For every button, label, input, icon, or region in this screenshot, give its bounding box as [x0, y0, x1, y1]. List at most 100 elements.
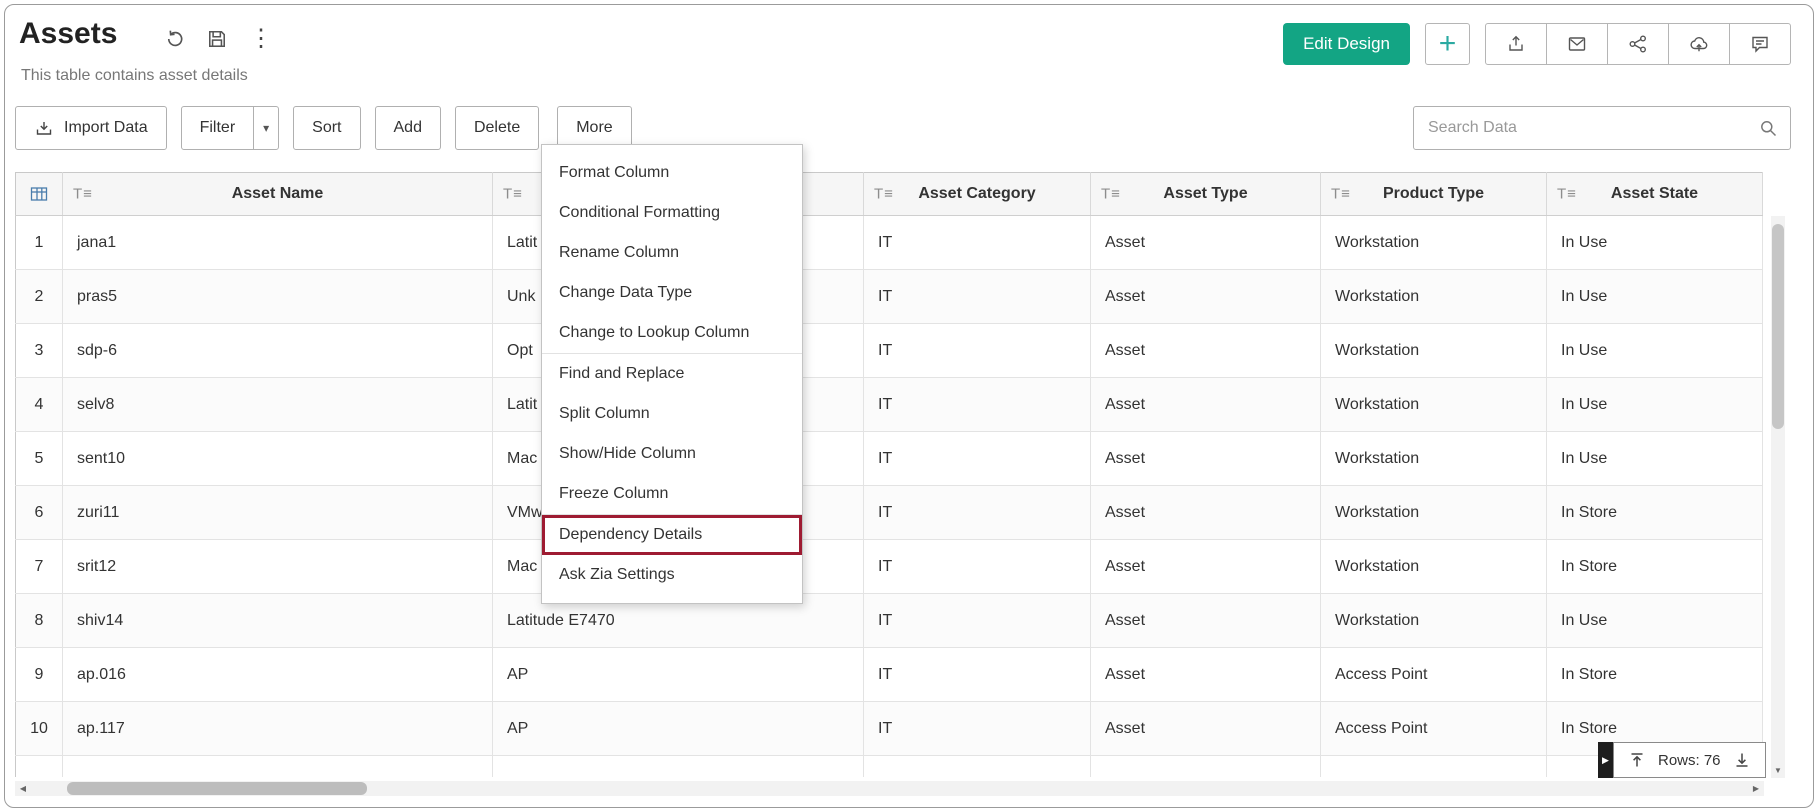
- cell-product-type[interactable]: Workstation: [1321, 594, 1547, 648]
- cell-asset-category[interactable]: IT: [864, 270, 1091, 324]
- cell-asset-type[interactable]: Asset: [1091, 648, 1321, 702]
- cell-asset-category[interactable]: IT: [864, 648, 1091, 702]
- rows-control-collapse-tab[interactable]: ▶: [1598, 742, 1613, 778]
- cell-asset-name[interactable]: selv8: [63, 378, 493, 432]
- cell-product-type[interactable]: Access Point: [1321, 648, 1547, 702]
- delete-button[interactable]: Delete: [455, 106, 539, 150]
- edit-design-button[interactable]: Edit Design: [1283, 23, 1410, 65]
- cell-asset-state[interactable]: In Store: [1547, 648, 1763, 702]
- cell-asset-name[interactable]: sent10: [63, 432, 493, 486]
- cell-asset-state[interactable]: In Use: [1547, 216, 1763, 270]
- menu-item-rename-column[interactable]: Rename Column: [542, 233, 802, 273]
- comment-button[interactable]: [1729, 23, 1791, 65]
- cell-asset-name[interactable]: srit12: [63, 540, 493, 594]
- save-button[interactable]: [205, 27, 229, 51]
- filter-button[interactable]: Filter: [181, 106, 255, 150]
- cell-asset-name[interactable]: pras5: [63, 270, 493, 324]
- cell-asset-name[interactable]: sdp-6: [63, 324, 493, 378]
- menu-item-split-column[interactable]: Split Column: [542, 394, 802, 434]
- vertical-scrollbar[interactable]: ▼: [1771, 216, 1785, 778]
- go-to-first-row-button[interactable]: [1626, 749, 1648, 771]
- table-row[interactable]: 4 selv8 Latit IT Asset Workstation In Us…: [16, 378, 1763, 432]
- menu-item-change-data-type[interactable]: Change Data Type: [542, 273, 802, 313]
- cell-asset-type[interactable]: Asset: [1091, 378, 1321, 432]
- cell-asset-state[interactable]: In Use: [1547, 378, 1763, 432]
- cell-asset-type[interactable]: Asset: [1091, 594, 1321, 648]
- table-row[interactable]: 3 sdp-6 Opt IT Asset Workstation In Use: [16, 324, 1763, 378]
- cell-asset-type[interactable]: Asset: [1091, 432, 1321, 486]
- cell-asset-state[interactable]: In Store: [1547, 486, 1763, 540]
- cell-asset-category[interactable]: IT: [864, 594, 1091, 648]
- menu-item-conditional-formatting[interactable]: Conditional Formatting: [542, 193, 802, 233]
- table-row[interactable]: 2 pras5 Unk IT Asset Workstation In Use: [16, 270, 1763, 324]
- cell-asset-name[interactable]: jana1: [63, 216, 493, 270]
- cell-asset-type[interactable]: Asset: [1091, 702, 1321, 756]
- cell-asset-state[interactable]: In Use: [1547, 594, 1763, 648]
- cell-asset-state[interactable]: In Store: [1547, 540, 1763, 594]
- table-row[interactable]: 1 jana1 Latit IT Asset Workstation In Us…: [16, 216, 1763, 270]
- menu-item-format-column[interactable]: Format Column: [542, 153, 802, 193]
- cell-asset-category[interactable]: IT: [864, 432, 1091, 486]
- column-header-asset-category[interactable]: T≡ Asset Category: [864, 173, 1091, 216]
- export-button[interactable]: [1485, 23, 1547, 65]
- cell-asset-state[interactable]: In Use: [1547, 324, 1763, 378]
- cell-asset-name[interactable]: ap.016: [63, 648, 493, 702]
- table-row[interactable]: 7 srit12 Mac IT Asset Workstation In Sto…: [16, 540, 1763, 594]
- cell-asset-state[interactable]: In Use: [1547, 432, 1763, 486]
- cell-asset-name[interactable]: ap.117: [63, 702, 493, 756]
- add-button[interactable]: Add: [375, 106, 441, 150]
- table-row[interactable]: 5 sent10 Mac IT Asset Workstation In Use: [16, 432, 1763, 486]
- table-row[interactable]: 9 ap.016 AP IT Asset Access Point In Sto…: [16, 648, 1763, 702]
- table-row[interactable]: 8 shiv14 Latitude E7470 IT Asset Worksta…: [16, 594, 1763, 648]
- column-header-asset-type[interactable]: T≡ Asset Type: [1091, 173, 1321, 216]
- column-header-product-type[interactable]: T≡ Product Type: [1321, 173, 1547, 216]
- menu-item-show-hide-column[interactable]: Show/Hide Column: [542, 434, 802, 474]
- cell-product-type[interactable]: Workstation: [1321, 270, 1547, 324]
- email-button[interactable]: [1546, 23, 1608, 65]
- cell-asset-category[interactable]: IT: [864, 702, 1091, 756]
- sort-button[interactable]: Sort: [293, 106, 360, 150]
- scroll-left-button[interactable]: ◀: [15, 781, 31, 796]
- cell-asset-type[interactable]: Asset: [1091, 270, 1321, 324]
- cell-product[interactable]: AP: [493, 702, 864, 756]
- table-row[interactable]: 6 zuri11 VMw IT Asset Workstation In Sto…: [16, 486, 1763, 540]
- cell-asset-category[interactable]: IT: [864, 378, 1091, 432]
- vertical-scroll-thumb[interactable]: [1772, 224, 1784, 429]
- share-button[interactable]: [1607, 23, 1669, 65]
- cell-product-type[interactable]: Workstation: [1321, 540, 1547, 594]
- cell-product-type[interactable]: Workstation: [1321, 378, 1547, 432]
- column-header-select[interactable]: [16, 173, 63, 216]
- horizontal-scrollbar[interactable]: ◀ ▶: [15, 781, 1764, 796]
- refresh-button[interactable]: [163, 27, 187, 51]
- add-record-button[interactable]: +: [1425, 23, 1470, 65]
- cell-product[interactable]: AP: [493, 648, 864, 702]
- cell-asset-type[interactable]: Asset: [1091, 540, 1321, 594]
- import-data-button[interactable]: Import Data: [15, 106, 167, 150]
- cloud-upload-button[interactable]: [1668, 23, 1730, 65]
- menu-item-ask-zia-settings[interactable]: Ask Zia Settings: [542, 555, 802, 595]
- table-row[interactable]: 10 ap.117 AP IT Asset Access Point In St…: [16, 702, 1763, 756]
- cell-product-type[interactable]: Workstation: [1321, 324, 1547, 378]
- cell-product-type[interactable]: Workstation: [1321, 216, 1547, 270]
- column-header-asset-name[interactable]: T≡ Asset Name: [63, 173, 493, 216]
- cell-asset-category[interactable]: IT: [864, 540, 1091, 594]
- go-to-last-row-button[interactable]: [1731, 749, 1753, 771]
- filter-dropdown-button[interactable]: ▾: [253, 106, 279, 150]
- menu-item-find-and-replace[interactable]: Find and Replace: [542, 354, 802, 394]
- cell-product-type[interactable]: Workstation: [1321, 486, 1547, 540]
- column-header-asset-state[interactable]: T≡ Asset State: [1547, 173, 1763, 216]
- search-input[interactable]: [1414, 119, 1759, 137]
- cell-asset-type[interactable]: Asset: [1091, 324, 1321, 378]
- menu-item-dependency-details[interactable]: Dependency Details: [542, 515, 802, 555]
- cell-asset-state[interactable]: In Use: [1547, 270, 1763, 324]
- scroll-down-button[interactable]: ▼: [1771, 762, 1785, 778]
- cell-asset-type[interactable]: Asset: [1091, 486, 1321, 540]
- cell-product-type[interactable]: Workstation: [1321, 432, 1547, 486]
- menu-item-freeze-column[interactable]: Freeze Column: [542, 474, 802, 514]
- cell-product-type[interactable]: Access Point: [1321, 702, 1547, 756]
- cell-asset-category[interactable]: IT: [864, 324, 1091, 378]
- cell-asset-type[interactable]: Asset: [1091, 216, 1321, 270]
- cell-asset-name[interactable]: zuri11: [63, 486, 493, 540]
- horizontal-scroll-thumb[interactable]: [67, 782, 367, 795]
- menu-item-change-to-lookup-column[interactable]: Change to Lookup Column: [542, 313, 802, 353]
